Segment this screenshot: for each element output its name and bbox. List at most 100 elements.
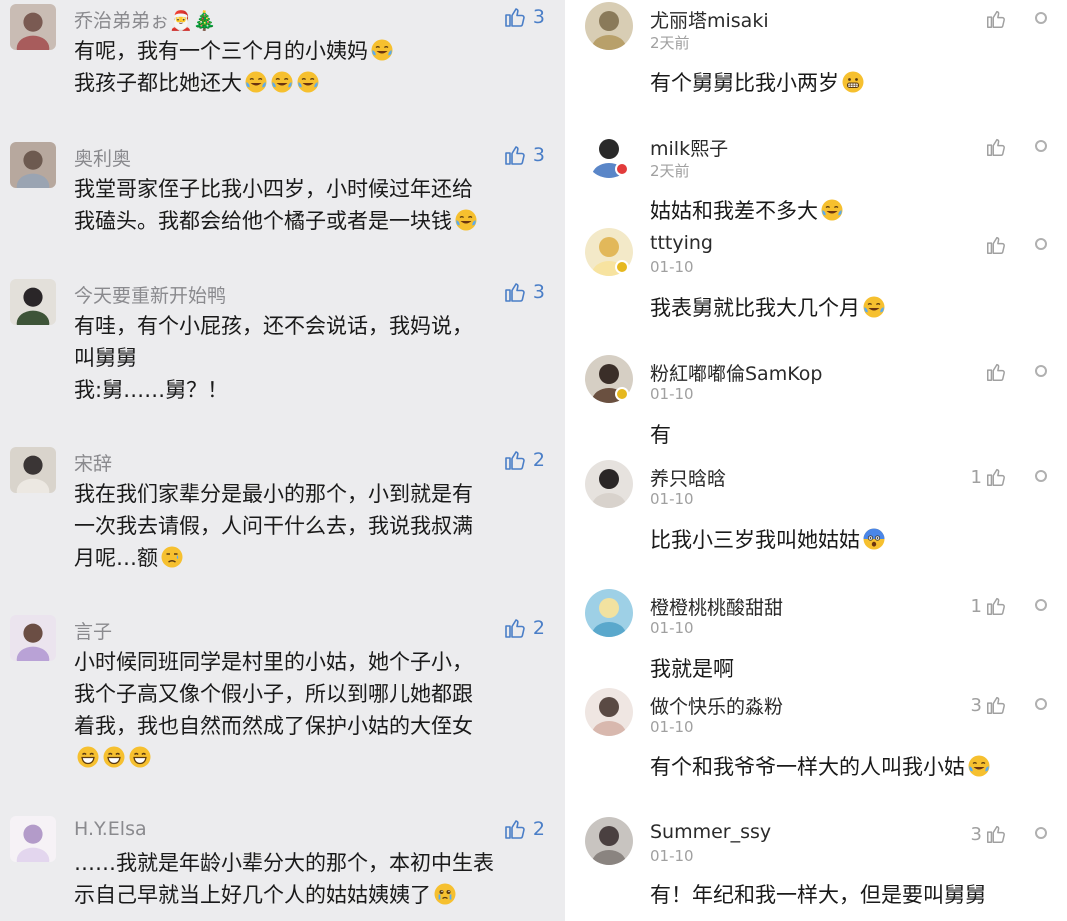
like-button[interactable]: [982, 136, 1007, 158]
comment-date: 01-10: [650, 718, 694, 736]
comment-text-content: 比我小三岁我叫她姑姑: [650, 528, 860, 552]
like-count: 1: [970, 466, 982, 488]
more-options-icon[interactable]: [1035, 470, 1047, 482]
like-button[interactable]: 1: [971, 595, 1007, 617]
avatar[interactable]: [585, 460, 633, 508]
comment-text: 有: [650, 419, 671, 449]
like-button[interactable]: 3: [503, 4, 545, 30]
commenter-name[interactable]: Summer_ssy: [650, 821, 771, 843]
more-options-icon[interactable]: [1035, 365, 1047, 377]
like-button[interactable]: 1: [971, 466, 1007, 488]
like-button[interactable]: 3: [503, 279, 545, 305]
more-options-icon[interactable]: [1035, 599, 1047, 611]
avatar[interactable]: [10, 279, 56, 325]
commenter-name[interactable]: H.Y.Elsa: [74, 818, 147, 840]
comment-line-text: 我在我们家辈分是最小的那个，小到就是有: [74, 482, 473, 506]
more-options-icon[interactable]: [1035, 238, 1047, 250]
like-button[interactable]: 2: [503, 447, 545, 473]
laughcry-emoji-icon: [820, 198, 844, 222]
comment-text: ……我就是年龄小辈分大的那个，本初中生表 示自己早就当上好几个人的姑姑姨姨了: [74, 847, 544, 911]
comment-text: 有呢，我有一个三个月的小姨妈 我孩子都比她还大: [74, 35, 544, 99]
comment-line: 我堂哥家侄子比我小四岁，小时候过年还给: [74, 173, 544, 205]
comment-line-text: 我孩子都比她还大: [74, 71, 242, 95]
commenter-name[interactable]: 粉紅嘟嘟倫SamKop: [650, 359, 822, 386]
avatar[interactable]: [585, 688, 633, 736]
comment-item: milk熙子 2天前姑姑和我差不多大: [570, 130, 1067, 240]
comment-line: 着我，我也自然而然成了保护小姑的大侄女: [74, 710, 544, 742]
comment-line: 月呢…额: [74, 542, 544, 574]
thumbs-up-icon: [985, 8, 1007, 30]
comment-line-text: 我堂哥家侄子比我小四岁，小时候过年还给: [74, 177, 473, 201]
avatar[interactable]: [585, 2, 633, 50]
like-button[interactable]: [982, 8, 1007, 30]
commenter-name[interactable]: 乔治弟弟ぉ🎅🎄: [74, 6, 216, 33]
like-button[interactable]: 3: [971, 823, 1007, 845]
comment-item: Summer_ssy 01-10 3 有！年纪和我一样大，但是要叫舅舅: [570, 817, 1067, 921]
like-count: 2: [532, 818, 545, 840]
comment-item: 乔治弟弟ぉ🎅🎄 3 有呢，我有一个三个月的小姨妈 我孩子都比她还大: [0, 4, 565, 134]
avatar-image: [10, 816, 56, 862]
avatar-image: [10, 279, 56, 325]
laughcry-emoji-icon: [454, 208, 478, 232]
like-button[interactable]: 3: [503, 142, 545, 168]
avatar-image: [10, 447, 56, 493]
comment-line: 有呢，我有一个三个月的小姨妈: [74, 35, 544, 67]
avatar[interactable]: [585, 817, 633, 865]
verified-badge-icon: [615, 387, 629, 401]
comment-date: 01-10: [650, 847, 694, 865]
comment-line: 一次我去请假，人问干什么去，我说我叔满: [74, 510, 544, 542]
comment-text: 有个和我爷爷一样大的人叫我小姑: [650, 751, 991, 781]
thumbs-up-icon: [985, 136, 1007, 158]
avatar-image: [10, 615, 56, 661]
grin-emoji-icon: [128, 745, 152, 769]
like-count: 3: [532, 144, 545, 166]
comment-text-content: 有！年纪和我一样大，但是要叫舅舅: [650, 883, 986, 907]
more-options-icon[interactable]: [1035, 827, 1047, 839]
commenter-name[interactable]: 言子: [74, 617, 112, 644]
thumbs-up-icon: [985, 466, 1007, 488]
comment-line-text: 着我，我也自然而然成了保护小姑的大侄女: [74, 714, 473, 738]
avatar[interactable]: [10, 142, 56, 188]
more-options-icon[interactable]: [1035, 140, 1047, 152]
like-count: 3: [970, 823, 982, 845]
comment-text: 姑姑和我差不多大: [650, 195, 844, 225]
comment-text: 我就是啊: [650, 653, 734, 683]
thumbs-up-icon: [985, 234, 1007, 256]
comment-line: 我磕头。我都会给他个橘子或者是一块钱: [74, 205, 544, 237]
commenter-name[interactable]: 今天要重新开始鸭: [74, 281, 226, 308]
like-button[interactable]: [982, 234, 1007, 256]
grin-emoji-icon: [102, 745, 126, 769]
comment-text-content: 有: [650, 423, 671, 447]
comment-line: ……我就是年龄小辈分大的那个，本初中生表: [74, 847, 544, 879]
avatar[interactable]: [585, 589, 633, 637]
more-options-icon[interactable]: [1035, 698, 1047, 710]
commenter-name[interactable]: 奥利奥: [74, 144, 131, 171]
like-button[interactable]: 2: [503, 615, 545, 641]
avatar[interactable]: [10, 816, 56, 862]
commenter-name[interactable]: milk熙子: [650, 134, 728, 161]
comment-text-content: 姑姑和我差不多大: [650, 199, 818, 223]
avatar-image: [10, 4, 56, 50]
commenter-name[interactable]: 做个快乐的淼粉: [650, 692, 783, 719]
comment-line: 我:舅……舅？！: [74, 374, 544, 406]
avatar[interactable]: [10, 447, 56, 493]
commenter-name[interactable]: 宋辞: [74, 449, 112, 476]
like-button[interactable]: 3: [971, 694, 1007, 716]
avatar-image: [585, 817, 633, 865]
comment-text-content: 有个和我爷爷一样大的人叫我小姑: [650, 755, 965, 779]
comment-text: 我表舅就比我大几个月: [650, 292, 886, 322]
avatar[interactable]: [10, 4, 56, 50]
comment-date: 01-10: [650, 258, 694, 276]
thumbs-up-icon: [503, 280, 527, 304]
comment-line: 示自己早就当上好几个人的姑姑姨姨了: [74, 879, 544, 911]
comment-line-text: 有呢，我有一个三个月的小姨妈: [74, 39, 368, 63]
commenter-name[interactable]: 尤丽塔misaki: [650, 6, 769, 33]
commenter-name[interactable]: 橙橙桃桃酸甜甜: [650, 593, 783, 620]
more-options-icon[interactable]: [1035, 12, 1047, 24]
commenter-name[interactable]: 养只晗晗: [650, 464, 726, 491]
commenter-name[interactable]: tttying: [650, 232, 713, 254]
avatar[interactable]: [10, 615, 56, 661]
comment-date: 2天前: [650, 162, 690, 180]
like-button[interactable]: 2: [503, 816, 545, 842]
like-button[interactable]: [982, 361, 1007, 383]
